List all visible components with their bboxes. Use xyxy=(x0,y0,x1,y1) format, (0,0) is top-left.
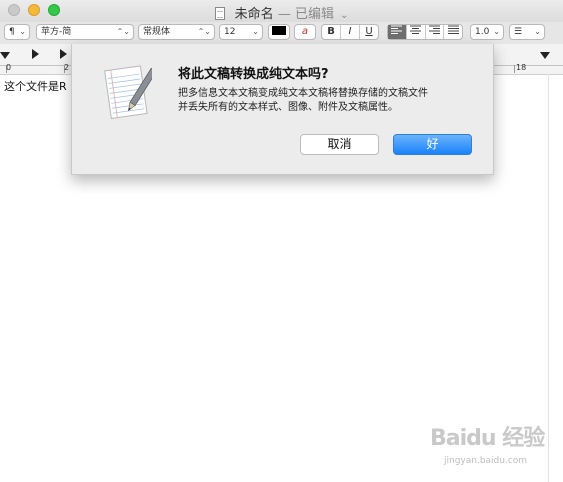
text-color-button[interactable] xyxy=(268,24,290,40)
font-style-label: 常规体 xyxy=(143,27,171,37)
dialog-message-line1: 把多信息文本文稿变成纯文本文稿将替换存储的文稿文件 xyxy=(178,88,428,99)
line-spacing-label: 1.0 xyxy=(475,27,490,37)
dialog-message: 把多信息文本文稿变成纯文本文稿将替换存储的文稿文件 并丢失所有的文本样式、图像、… xyxy=(178,87,484,115)
ruler-label-0: 0 xyxy=(6,63,12,72)
highlight-glyph: a xyxy=(301,26,309,37)
popup-arrow-icon: ⌄ xyxy=(534,27,541,36)
window-edited-status: — 已编辑 xyxy=(277,7,334,22)
highlight-color-button[interactable]: a xyxy=(294,24,316,40)
ok-button[interactable]: 好 xyxy=(393,134,472,155)
title-chevron-icon: ⌄ xyxy=(340,10,349,21)
popup-arrow-icon: ⌃⌄ xyxy=(197,27,211,36)
right-margin-marker[interactable] xyxy=(540,52,550,59)
title-bar: 未命名 — 已编辑 ⌄ xyxy=(0,0,563,22)
ruler-tick xyxy=(514,65,515,73)
popup-arrow-icon: ⌄ xyxy=(252,27,259,36)
document-icon xyxy=(214,7,225,20)
dialog-message-line2: 并丢失所有的文本样式、图像、附件及文稿属性。 xyxy=(178,102,398,113)
dialog-title: 将此文稿转换成纯文本吗? xyxy=(178,67,329,82)
ruler-label-18: 18 xyxy=(516,63,527,72)
window-title: 未命名 xyxy=(234,7,274,22)
font-size-popup[interactable]: 12 ⌄ xyxy=(219,24,263,40)
paragraph-style-popup[interactable]: ¶ ⌄ xyxy=(4,24,30,40)
align-justify-icon[interactable] xyxy=(444,25,462,39)
text-style-segment: B I U xyxy=(321,24,379,40)
line-spacing-popup[interactable]: 1.0 ⌄ xyxy=(470,24,504,40)
tab-stop-marker[interactable] xyxy=(32,49,39,59)
ruler-label-2: 2 xyxy=(64,63,70,72)
paragraph-style-label: ¶ xyxy=(9,27,15,37)
textedit-app-icon xyxy=(102,62,157,124)
list-style-popup[interactable]: ☰ ⌄ xyxy=(509,24,545,40)
watermark-url: jingyan.baidu.com xyxy=(444,456,528,466)
underline-button[interactable]: U xyxy=(360,25,378,39)
document-text[interactable]: 这个文件是R xyxy=(4,78,67,94)
convert-plain-text-dialog: 将此文稿转换成纯文本吗? 把多信息文本文稿变成纯文本文稿将替换存储的文稿文件 并… xyxy=(71,44,494,175)
bold-button[interactable]: B xyxy=(322,25,341,39)
font-style-popup[interactable]: 常规体 ⌃⌄ xyxy=(138,24,215,40)
popup-arrow-icon: ⌄ xyxy=(19,27,26,36)
align-center-icon[interactable] xyxy=(407,25,426,39)
font-size-label: 12 xyxy=(224,27,236,37)
format-toolbar: ¶ ⌄ 苹方-简 ⌃⌄ 常规体 ⌃⌄ 12 ⌄ a B I U 1.0 ⌄ ☰ … xyxy=(0,22,563,44)
cancel-button[interactable]: 取消 xyxy=(300,134,379,155)
text-color-swatch xyxy=(272,26,286,35)
popup-arrow-icon: ⌃⌄ xyxy=(116,27,130,36)
align-left-icon[interactable] xyxy=(388,25,407,39)
align-right-icon[interactable] xyxy=(426,25,445,39)
window-title-area[interactable]: 未命名 — 已编辑 ⌄ xyxy=(0,3,563,22)
baidu-logo: Baidu 经验 xyxy=(430,426,545,451)
font-family-label: 苹方-简 xyxy=(41,27,72,37)
italic-button[interactable]: I xyxy=(341,25,360,39)
popup-arrow-icon: ⌄ xyxy=(493,27,500,36)
list-icon: ☰ xyxy=(514,27,523,37)
alignment-segment xyxy=(387,24,463,40)
left-margin-marker[interactable] xyxy=(0,52,10,59)
tab-stop-marker[interactable] xyxy=(60,49,67,59)
baidu-jingyan-watermark: Baidu 经验 jingyan.baidu.com xyxy=(430,420,558,476)
font-family-popup[interactable]: 苹方-简 ⌃⌄ xyxy=(36,24,134,40)
